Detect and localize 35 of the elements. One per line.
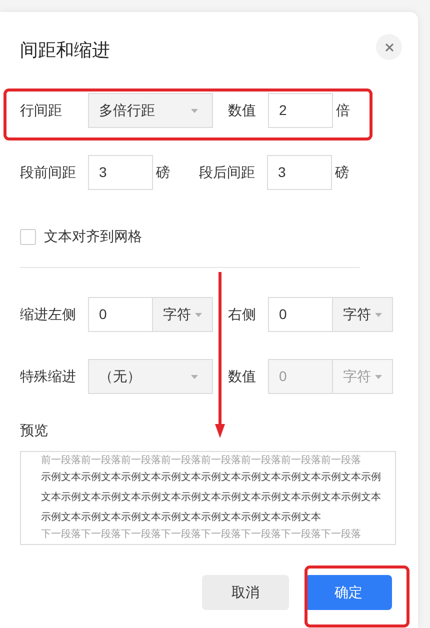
field-label: 数值 [228, 367, 257, 386]
field-label: 缩进左侧 [20, 305, 77, 324]
field-label: 段前间距 [20, 163, 77, 182]
preview-text: 下一段落下一段落下一段落下一段落下一段落下一段落下一段落下一段落 [41, 528, 362, 542]
checkbox[interactable] [20, 228, 36, 244]
dropdown[interactable]: 多倍行距 [88, 93, 213, 128]
field-label: 特殊缩进 [20, 367, 77, 386]
caret-icon [191, 374, 198, 378]
dialog-button[interactable]: 确定 [305, 575, 392, 610]
caret-icon [191, 108, 198, 112]
caret-icon [375, 312, 382, 316]
field-label: 段后间距 [199, 163, 256, 182]
unit-dropdown[interactable]: 字符 [153, 297, 213, 332]
caret-icon [195, 312, 202, 316]
caret-icon [375, 374, 382, 378]
close-icon [384, 42, 394, 52]
number-input[interactable]: 0 [88, 297, 153, 332]
unit-label: 磅 [335, 163, 349, 182]
preview-text: 前一段落前一段落前一段落前一段落前一段落前一段落前一段落前一段落 [41, 454, 362, 468]
number-input[interactable]: 3 [88, 155, 153, 190]
unit-label: 磅 [156, 163, 170, 182]
close-button[interactable] [376, 34, 402, 60]
number-input[interactable]: 2 [268, 93, 333, 128]
unit-dropdown[interactable]: 字符 [333, 297, 393, 332]
number-input[interactable]: 0 [268, 297, 333, 332]
section-label: 预览 [20, 422, 48, 438]
number-input[interactable]: 3 [267, 155, 332, 190]
field-label: 右侧 [228, 305, 257, 324]
preview-text: 示例文本示例文本示例文本示例文本示例文本示例文本示例文本示例文本示例文本示例文本示例文本示例文本示例文本示例文本示例文本示例文本示例文本示例文本示例文本示例文本示例文本示例文本示例文本示例文本 [41, 470, 381, 525]
field-label: 数值 [228, 101, 257, 120]
unit-label: 倍 [336, 101, 350, 120]
field-label: 文本对齐到网格 [44, 227, 142, 246]
dialog-button[interactable]: 取消 [202, 575, 289, 610]
field-label: 行间距 [20, 101, 63, 120]
dialog-title: 间距和缩进 [20, 39, 110, 62]
